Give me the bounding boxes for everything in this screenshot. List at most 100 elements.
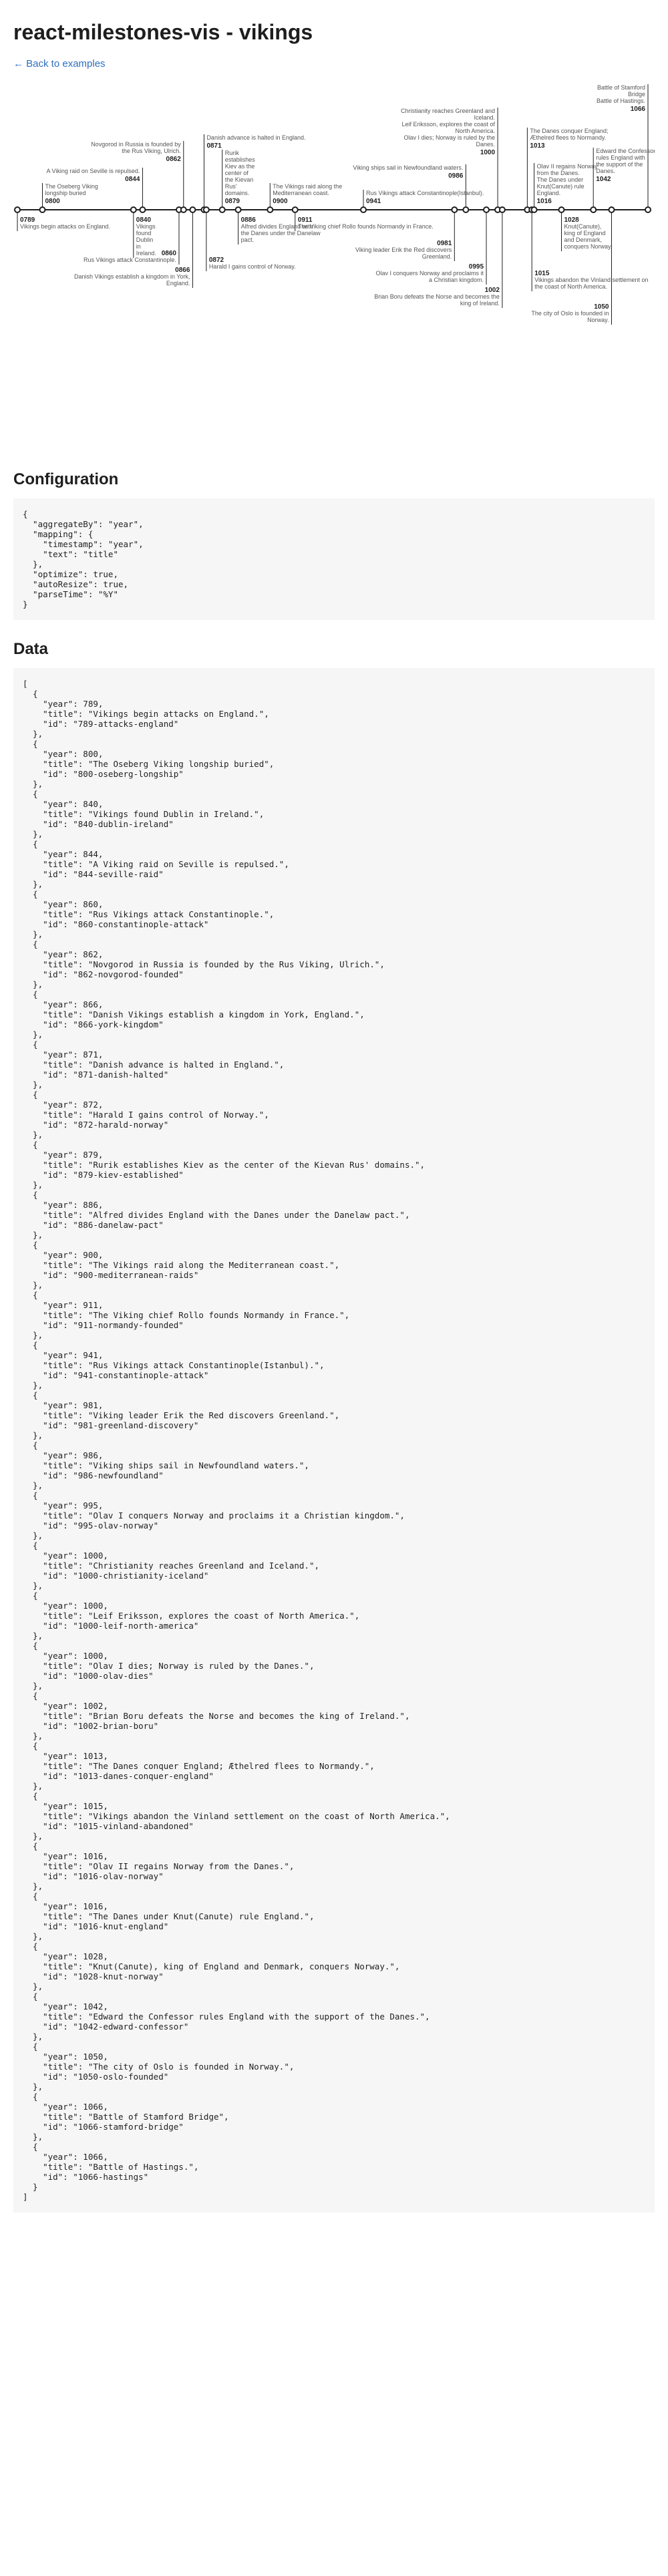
event-title: Olav I dies; Norway is ruled by the xyxy=(404,134,496,141)
event-dot-872 xyxy=(202,206,210,213)
event-year: 0862 xyxy=(166,156,182,163)
event-title: Rurik xyxy=(225,150,240,156)
event-dot-911 xyxy=(291,206,299,213)
event-dot-840 xyxy=(130,206,137,213)
event-title: center of xyxy=(225,170,249,176)
event-dot-844 xyxy=(139,206,146,213)
event-year: 0844 xyxy=(125,176,140,183)
event-dot-1050 xyxy=(608,206,615,213)
event-title: Brian Boru defeats the Norse and becomes… xyxy=(374,293,500,300)
event-title: The Vikings raid along the xyxy=(273,183,342,190)
event-title: North America. xyxy=(456,128,496,134)
event-title: Vikings begin attacks on England. xyxy=(20,223,110,230)
event-title: Ireland. xyxy=(136,250,156,257)
event-title: Leif Eriksson, explores the coast of xyxy=(401,121,495,128)
event-dot-879 xyxy=(218,206,226,213)
event-title: Danish Vikings establish a kingdom in Yo… xyxy=(74,273,190,280)
page-title: react-milestones-vis - vikings xyxy=(13,20,313,44)
event-title: Olav II regains Norway xyxy=(537,163,599,170)
event-title: Danes. xyxy=(476,141,496,148)
event-title: Christianity reaches Greenland and xyxy=(401,108,495,114)
event-dot-862 xyxy=(180,206,187,213)
event-title: Bridge xyxy=(628,91,645,98)
event-title: A Viking raid on Seville is repulsed. xyxy=(47,168,140,174)
event-title: longship buried xyxy=(45,190,86,196)
event-title: Rus' xyxy=(225,183,237,190)
event-dot-981 xyxy=(451,206,458,213)
event-title: establishes xyxy=(225,156,256,163)
event-dot-789 xyxy=(14,206,21,213)
event-year: 1000 xyxy=(480,149,496,156)
event-title: Rus Vikings attack Constantinople(Istanb… xyxy=(366,190,484,196)
event-year: 1016 xyxy=(537,198,552,205)
event-dot-1042 xyxy=(590,206,597,213)
event-year: 0986 xyxy=(448,172,464,180)
event-title: The Viking chief Rollo founds Normandy i… xyxy=(298,223,434,230)
event-title: king of England xyxy=(564,230,605,236)
event-title: Æthelred flees to Normandy. xyxy=(530,134,606,141)
data-heading: Data xyxy=(13,640,49,658)
event-title: Novgorod in Russia is founded by xyxy=(91,141,181,148)
event-year: 0879 xyxy=(225,198,240,205)
event-dot-886 xyxy=(234,206,242,213)
event-title: Battle of Hastings. xyxy=(597,98,645,104)
event-title: The Danes under xyxy=(537,176,584,183)
event-title: The Danes conquer England; xyxy=(530,128,608,134)
event-title: Greenland. xyxy=(422,253,452,260)
event-title: and Denmark, xyxy=(564,236,602,243)
event-title: Battle of Stamford xyxy=(597,84,645,91)
event-dot-866 xyxy=(189,206,196,213)
event-title: the Rus Viking, Ulrich. xyxy=(122,148,180,154)
event-title: Dublin xyxy=(136,236,154,243)
event-title: The Oseberg Viking xyxy=(45,183,98,190)
timeline-svg: 0789Vikings begin attacks on England.The… xyxy=(14,84,655,325)
event-title: from the Danes. xyxy=(537,170,580,176)
event-year: 1066 xyxy=(631,106,646,113)
event-year: 0941 xyxy=(366,198,381,205)
event-title: found xyxy=(136,230,152,236)
event-title: pact. xyxy=(241,236,255,243)
event-title: rules England with xyxy=(596,154,645,161)
milestones-timeline: 0789 Vikings begin attacks on England. The… xyxy=(13,76,655,470)
configuration-heading: Configuration xyxy=(13,470,119,488)
event-title: The city of Oslo is founded in xyxy=(531,310,609,317)
event-title: Edward the Confessor xyxy=(596,148,655,154)
event-title: England. xyxy=(166,280,190,287)
event-title: England. xyxy=(537,190,561,196)
event-title: conquers Norway. xyxy=(564,243,612,250)
event-title: Vikings abandon the Vinland settlement o… xyxy=(534,277,648,283)
event-title: Viking leader Erik the Red discovers xyxy=(355,247,452,253)
event-dot-1066 xyxy=(645,206,651,213)
event-title: Olav I conquers Norway and proclaims it xyxy=(375,270,484,277)
event-dot-995 xyxy=(483,206,490,213)
event-title: a Christian kingdom. xyxy=(429,277,484,283)
event-title: Knut(Canute), xyxy=(564,223,601,230)
event-title: Rus Vikings attack Constantinople. xyxy=(84,257,176,263)
configuration-code-block: { "aggregateBy": "year", "mapping": { "t… xyxy=(13,498,655,620)
event-year: 1042 xyxy=(596,176,611,183)
event-title: king of Ireland. xyxy=(460,300,500,307)
event-title: the coast of North America. xyxy=(534,283,607,290)
back-to-examples-link[interactable]: ← Back to examples xyxy=(13,58,106,69)
event-dot-900 xyxy=(267,206,274,213)
event-title: Norway. xyxy=(587,317,609,323)
event-year: 0900 xyxy=(273,198,288,205)
event-title: in xyxy=(136,243,141,250)
event-title: Knut(Canute) rule xyxy=(537,183,584,190)
data-code-block: [ { "year": 789, "title": "Vikings begin… xyxy=(13,668,655,2213)
event-title: Mediterranean coast. xyxy=(273,190,329,196)
event-title: the Kievan xyxy=(225,176,254,183)
event-dot-1016 xyxy=(530,206,538,213)
event-dot-986 xyxy=(462,206,470,213)
event-dot-800 xyxy=(39,206,46,213)
event-title: Danes. xyxy=(596,168,615,174)
event-title: Vikings xyxy=(136,223,156,230)
event-title: domains. xyxy=(225,190,250,196)
event-dot-1002 xyxy=(498,206,506,213)
event-title: the support of the xyxy=(596,161,643,168)
event-year: 0800 xyxy=(45,198,60,205)
event-title: Harald I gains control of Norway. xyxy=(209,263,296,270)
event-title: Viking ships sail in Newfoundland waters… xyxy=(353,164,463,171)
event-year: 1013 xyxy=(530,142,545,150)
event-year: 0871 xyxy=(206,142,222,150)
